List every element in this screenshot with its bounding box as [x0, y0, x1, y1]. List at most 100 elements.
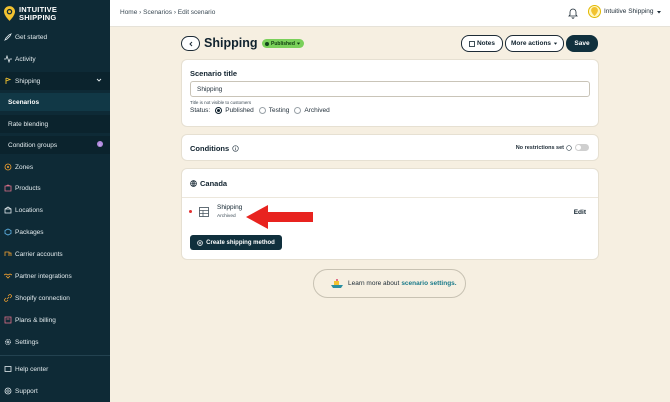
sidebar-item-label: Help center [15, 365, 49, 373]
chevron-down-icon [96, 78, 102, 82]
plus-circle-icon [197, 239, 203, 246]
brand-line-2: SHIPPING [19, 12, 57, 22]
sidebar-item-locations[interactable]: Locations [0, 201, 110, 219]
region-title: Canada [200, 179, 228, 188]
top-bar: Home › Scenarios › Edit scenario Intuiti… [110, 0, 670, 27]
sidebar-item-label: Shopify connection [15, 294, 70, 302]
caret-down-icon [656, 10, 661, 13]
shipping-method-status: Archived [217, 214, 236, 219]
billing-icon [4, 316, 12, 324]
status-radio-testing[interactable] [258, 107, 266, 114]
link-icon [4, 294, 12, 302]
sidebar-item-products[interactable]: Products [0, 179, 110, 197]
table-icon [199, 207, 209, 217]
status-option-label: Archived [304, 107, 330, 114]
scenario-title-card: Scenario title Shipping Title is not vis… [181, 59, 599, 127]
status-radio-group: Status: Published Testing Archived [190, 107, 330, 114]
status-badge[interactable]: Published [262, 39, 304, 48]
shipping-icon [4, 77, 12, 85]
sidebar-item-label: Support [15, 387, 38, 395]
shipping-method-name[interactable]: Shipping [217, 204, 242, 211]
sidebar-item-shipping[interactable]: Shipping [0, 72, 110, 90]
red-arrow-annotation [246, 205, 313, 229]
account-menu[interactable]: Intuitive Shipping [588, 5, 662, 18]
sidebar-item-label: Packages [15, 228, 44, 236]
avatar [588, 5, 601, 18]
sidebar-item-rate-blending[interactable]: Rate blending [0, 115, 110, 133]
handshake-icon [4, 272, 12, 280]
info-badge: i [97, 141, 103, 147]
back-button[interactable] [181, 36, 200, 51]
zones-icon [4, 163, 12, 171]
more-actions-label: More actions [510, 40, 552, 47]
required-marker-icon [189, 210, 192, 213]
sidebar-item-packages[interactable]: Packages [0, 223, 110, 241]
page-title: Shipping [204, 36, 258, 50]
section-title: Scenario title [190, 69, 238, 78]
sidebar-item-label: Activity [15, 55, 36, 63]
status-option-label: Testing [268, 107, 290, 114]
globe-icon [190, 180, 197, 187]
sidebar-item-scenarios[interactable]: Scenarios [0, 93, 110, 111]
sidebar-item-label: Settings [15, 338, 39, 346]
account-name: Intuitive Shipping [604, 8, 654, 15]
region-divider [182, 197, 598, 198]
scenario-title-input[interactable]: Shipping [190, 81, 590, 97]
status-radio-published[interactable] [215, 107, 223, 114]
brand-logo[interactable]: INTUITIVE SHIPPING [0, 0, 110, 27]
conditions-header: Conditions [190, 144, 239, 153]
help-circle-icon[interactable] [566, 144, 572, 151]
region-header: Canada [190, 179, 227, 188]
sidebar-item-label: Zones [15, 163, 34, 171]
region-card: Canada Shipping Archived Edit Create shi… [181, 168, 599, 260]
sidebar-item-label: Locations [15, 206, 43, 214]
sidebar-item-get-started[interactable]: Get started [0, 28, 110, 46]
location-pin-logo-icon [4, 6, 15, 21]
notes-label: Notes [476, 40, 496, 47]
info-icon[interactable] [232, 145, 239, 152]
notes-button[interactable]: Notes [461, 35, 503, 52]
sidebar-item-partner-integrations[interactable]: Partner integrations [0, 267, 110, 285]
scenario-settings-link[interactable]: scenario settings. [401, 280, 456, 287]
chevron-left-icon [188, 41, 192, 46]
sidebar-item-label: Partner integrations [15, 272, 72, 280]
rocket-icon [4, 33, 12, 41]
bell-icon[interactable] [567, 7, 579, 19]
activity-icon [4, 55, 12, 63]
more-actions-button[interactable]: More actions [505, 35, 564, 52]
restriction-control: No restrictions set [516, 144, 589, 151]
sidebar-item-help-center[interactable]: Help center [0, 360, 110, 378]
conditions-card: Conditions No restrictions set [181, 134, 599, 161]
sidebar-item-support[interactable]: Support [0, 382, 110, 400]
status-radio-archived[interactable] [294, 107, 302, 114]
sidebar-item-activity[interactable]: Activity [0, 50, 110, 68]
breadcrumb[interactable]: Home › Scenarios › Edit scenario [120, 9, 215, 16]
status-badge-label: Published [271, 40, 295, 47]
sidebar-item-label: Scenarios [8, 98, 40, 106]
sidebar-item-condition-groups[interactable]: Condition groups i [0, 136, 110, 154]
learn-more-banner[interactable]: Learn more about scenario settings. [313, 269, 466, 298]
locations-icon [4, 206, 12, 214]
sidebar-item-label: Rate blending [8, 120, 49, 128]
sidebar-item-label: Carrier accounts [15, 250, 63, 258]
carrier-icon [4, 250, 12, 258]
create-shipping-method-button[interactable]: Create shipping method [190, 235, 282, 250]
status-option-label: Published [225, 107, 254, 114]
restriction-toggle[interactable] [575, 144, 589, 151]
sidebar-item-shopify-connection[interactable]: Shopify connection [0, 289, 110, 307]
gear-icon [4, 338, 12, 346]
status-dot-icon [265, 41, 269, 46]
sidebar-item-plans-billing[interactable]: Plans & billing [0, 311, 110, 329]
sidebar-item-zones[interactable]: Zones [0, 158, 110, 176]
save-button[interactable]: Save [566, 35, 598, 52]
sidebar-item-label: Plans & billing [15, 316, 56, 324]
sidebar: INTUITIVE SHIPPING Get started Activity … [0, 0, 110, 402]
sidebar-item-settings[interactable]: Settings [0, 333, 110, 351]
sidebar-item-carrier-accounts[interactable]: Carrier accounts [0, 245, 110, 263]
notes-icon [469, 40, 475, 47]
learn-more-text: Learn more about [348, 280, 400, 287]
sidebar-item-label: Products [15, 184, 41, 192]
support-icon [4, 387, 12, 395]
sidebar-item-label: Shipping [15, 77, 41, 85]
edit-method-link[interactable]: Edit [574, 209, 586, 216]
